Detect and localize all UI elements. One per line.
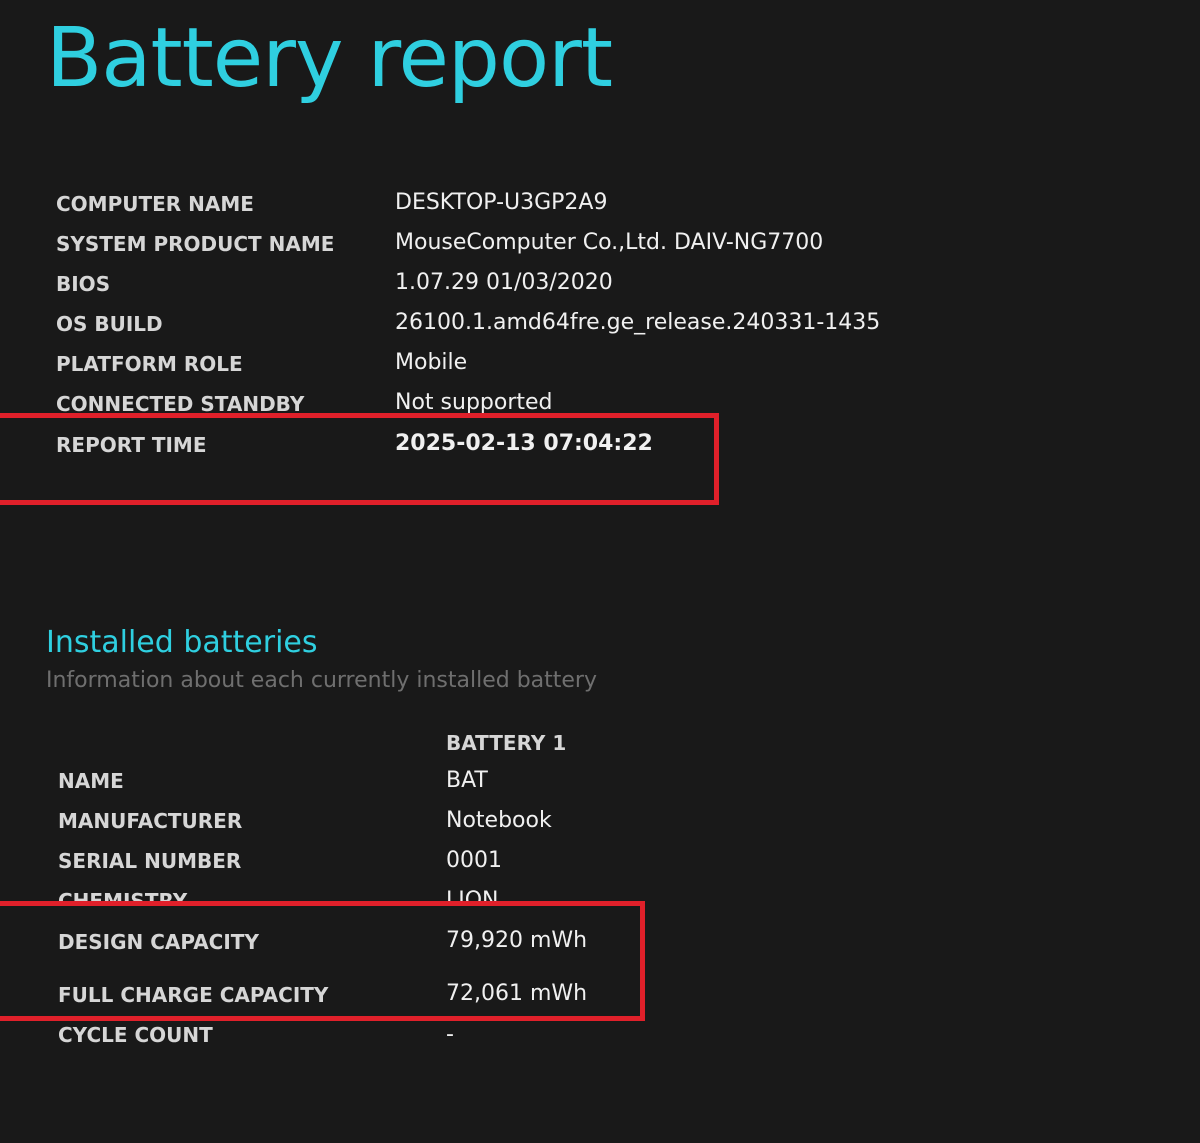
bios-label: BIOS [56, 272, 111, 296]
serial-number-value: 0001 [446, 848, 502, 873]
manufacturer-value: Notebook [446, 808, 552, 833]
os-build-value: 26100.1.amd64fre.ge_release.240331-1435 [395, 310, 881, 335]
manufacturer-label: MANUFACTURER [58, 809, 243, 833]
computer-name-label: COMPUTER NAME [56, 192, 254, 216]
cycle-count-value: - [446, 1022, 454, 1047]
system-product-name-label: SYSTEM PRODUCT NAME [56, 232, 335, 256]
installed-batteries-subtitle: Information about each currently install… [46, 668, 597, 693]
report-time-highlight-box [0, 413, 719, 505]
platform-role-label: PLATFORM ROLE [56, 352, 243, 376]
os-build-label: OS BUILD [56, 312, 163, 336]
battery-name-label: NAME [58, 769, 124, 793]
connected-standby-row: CONNECTED STANDBY Not supported [0, 390, 1200, 415]
serial-number-label: SERIAL NUMBER [58, 849, 242, 873]
platform-role-value: Mobile [395, 350, 468, 375]
battery-name-value: BAT [446, 768, 488, 793]
computer-name-value: DESKTOP-U3GP2A9 [395, 190, 608, 215]
system-product-name-value: MouseComputer Co.,Ltd. DAIV-NG7700 [395, 230, 824, 255]
connected-standby-label: CONNECTED STANDBY [56, 392, 305, 415]
capacity-highlight-box [0, 901, 645, 1021]
page-title: Battery report [46, 11, 613, 106]
connected-standby-value: Not supported [395, 390, 553, 415]
cycle-count-label: CYCLE COUNT [58, 1023, 213, 1047]
bios-value: 1.07.29 01/03/2020 [395, 270, 613, 295]
installed-batteries-title: Installed batteries [46, 625, 318, 660]
battery-column-header: BATTERY 1 [446, 731, 567, 755]
